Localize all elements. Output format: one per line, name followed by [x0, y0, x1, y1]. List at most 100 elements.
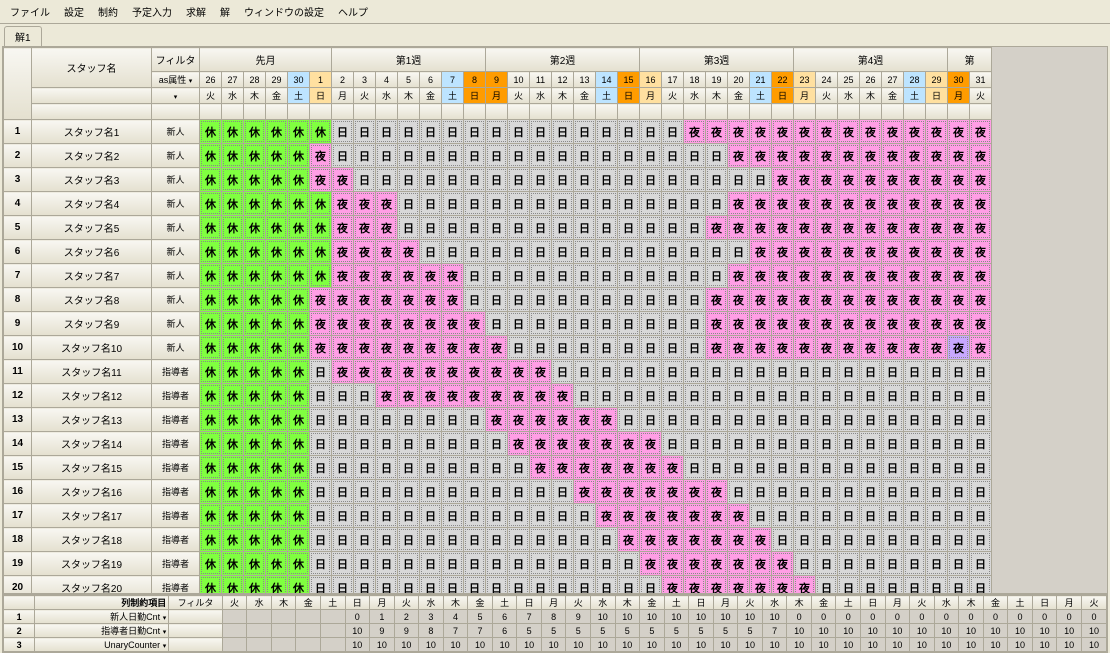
- shift-cell[interactable]: 夜: [530, 456, 552, 480]
- shift-cell[interactable]: 夜: [618, 504, 640, 528]
- shift-cell[interactable]: 日: [354, 120, 376, 144]
- shift-cell[interactable]: 休: [266, 144, 288, 168]
- shift-cell[interactable]: 休: [288, 480, 310, 504]
- shift-cell[interactable]: 夜: [750, 312, 772, 336]
- shift-cell[interactable]: 夜: [750, 144, 772, 168]
- shift-cell[interactable]: 休: [266, 480, 288, 504]
- shift-cell[interactable]: 日: [376, 576, 398, 595]
- shift-cell[interactable]: 日: [552, 168, 574, 192]
- shift-cell[interactable]: 日: [618, 192, 640, 216]
- shift-cell[interactable]: 日: [662, 312, 684, 336]
- shift-cell[interactable]: 日: [926, 480, 948, 504]
- shift-cell[interactable]: 夜: [838, 120, 860, 144]
- shift-cell[interactable]: 休: [244, 264, 266, 288]
- shift-cell[interactable]: 日: [530, 192, 552, 216]
- shift-cell[interactable]: 日: [332, 384, 354, 408]
- shift-cell[interactable]: 日: [420, 504, 442, 528]
- shift-cell[interactable]: 日: [596, 216, 618, 240]
- shift-cell[interactable]: 日: [574, 192, 596, 216]
- shift-cell[interactable]: 日: [948, 456, 970, 480]
- shift-cell[interactable]: 日: [486, 312, 508, 336]
- shift-cell[interactable]: 夜: [684, 504, 706, 528]
- shift-cell[interactable]: 日: [904, 360, 926, 384]
- shift-cell[interactable]: 日: [420, 120, 442, 144]
- shift-cell[interactable]: 夜: [662, 528, 684, 552]
- shift-cell[interactable]: 日: [552, 504, 574, 528]
- shift-cell[interactable]: 日: [508, 240, 530, 264]
- shift-cell[interactable]: 夜: [816, 168, 838, 192]
- shift-cell[interactable]: 休: [200, 192, 222, 216]
- shift-cell[interactable]: 休: [266, 432, 288, 456]
- shift-cell[interactable]: 夜: [530, 432, 552, 456]
- shift-cell[interactable]: 日: [508, 168, 530, 192]
- shift-cell[interactable]: 夜: [706, 576, 728, 595]
- shift-cell[interactable]: 日: [574, 240, 596, 264]
- shift-cell[interactable]: 休: [288, 216, 310, 240]
- shift-cell[interactable]: 日: [596, 384, 618, 408]
- shift-cell[interactable]: 日: [420, 456, 442, 480]
- shift-cell[interactable]: 休: [222, 504, 244, 528]
- shift-cell[interactable]: 日: [420, 576, 442, 595]
- shift-cell[interactable]: 夜: [948, 120, 970, 144]
- shift-cell[interactable]: 日: [640, 312, 662, 336]
- shift-cell[interactable]: 夜: [376, 192, 398, 216]
- shift-cell[interactable]: 夜: [838, 264, 860, 288]
- shift-cell[interactable]: 夜: [464, 336, 486, 360]
- shift-cell[interactable]: 日: [398, 552, 420, 576]
- shift-cell[interactable]: 夜: [772, 288, 794, 312]
- shift-cell[interactable]: 夜: [882, 336, 904, 360]
- shift-cell[interactable]: 日: [398, 576, 420, 595]
- shift-cell[interactable]: 日: [662, 336, 684, 360]
- shift-cell[interactable]: 日: [750, 384, 772, 408]
- shift-cell[interactable]: 日: [376, 408, 398, 432]
- shift-cell[interactable]: 日: [772, 456, 794, 480]
- shift-cell[interactable]: 夜: [882, 288, 904, 312]
- shift-cell[interactable]: 夜: [970, 264, 992, 288]
- shift-cell[interactable]: 夜: [904, 240, 926, 264]
- shift-cell[interactable]: 夜: [420, 384, 442, 408]
- shift-cell[interactable]: 夜: [596, 480, 618, 504]
- shift-cell[interactable]: 日: [860, 432, 882, 456]
- shift-cell[interactable]: 休: [288, 384, 310, 408]
- shift-cell[interactable]: 日: [904, 528, 926, 552]
- shift-cell[interactable]: 日: [838, 480, 860, 504]
- shift-cell[interactable]: 夜: [728, 216, 750, 240]
- shift-cell[interactable]: 夜: [310, 312, 332, 336]
- shift-cell[interactable]: 夜: [904, 288, 926, 312]
- shift-cell[interactable]: 日: [772, 528, 794, 552]
- shift-cell[interactable]: 日: [794, 504, 816, 528]
- shift-cell[interactable]: 日: [332, 432, 354, 456]
- shift-cell[interactable]: 日: [398, 456, 420, 480]
- chevron-down-icon[interactable]: ▾: [163, 615, 167, 622]
- shift-cell[interactable]: 日: [552, 192, 574, 216]
- shift-cell[interactable]: 日: [552, 216, 574, 240]
- shift-cell[interactable]: 夜: [640, 552, 662, 576]
- shift-cell[interactable]: 日: [420, 408, 442, 432]
- shift-cell[interactable]: 夜: [860, 120, 882, 144]
- shift-cell[interactable]: 休: [244, 552, 266, 576]
- shift-cell[interactable]: 日: [816, 504, 838, 528]
- shift-cell[interactable]: 夜: [354, 288, 376, 312]
- shift-cell[interactable]: 夜: [662, 504, 684, 528]
- shift-cell[interactable]: 夜: [398, 384, 420, 408]
- shift-cell[interactable]: 夜: [838, 288, 860, 312]
- shift-cell[interactable]: 休: [200, 552, 222, 576]
- shift-cell[interactable]: 夜: [728, 288, 750, 312]
- shift-cell[interactable]: 夜: [794, 192, 816, 216]
- shift-cell[interactable]: 休: [222, 552, 244, 576]
- shift-cell[interactable]: 夜: [662, 552, 684, 576]
- shift-cell[interactable]: 日: [464, 528, 486, 552]
- shift-cell[interactable]: 夜: [794, 216, 816, 240]
- shift-cell[interactable]: 休: [222, 384, 244, 408]
- shift-cell[interactable]: 日: [574, 168, 596, 192]
- shift-cell[interactable]: 休: [200, 120, 222, 144]
- shift-cell[interactable]: 休: [222, 264, 244, 288]
- staff-name[interactable]: スタッフ名11: [32, 360, 152, 384]
- shift-cell[interactable]: 日: [398, 216, 420, 240]
- shift-cell[interactable]: 日: [398, 144, 420, 168]
- shift-cell[interactable]: 日: [596, 528, 618, 552]
- shift-cell[interactable]: 日: [662, 216, 684, 240]
- menu-item[interactable]: 予定入力: [126, 2, 178, 21]
- shift-cell[interactable]: 日: [926, 576, 948, 595]
- shift-cell[interactable]: 休: [244, 168, 266, 192]
